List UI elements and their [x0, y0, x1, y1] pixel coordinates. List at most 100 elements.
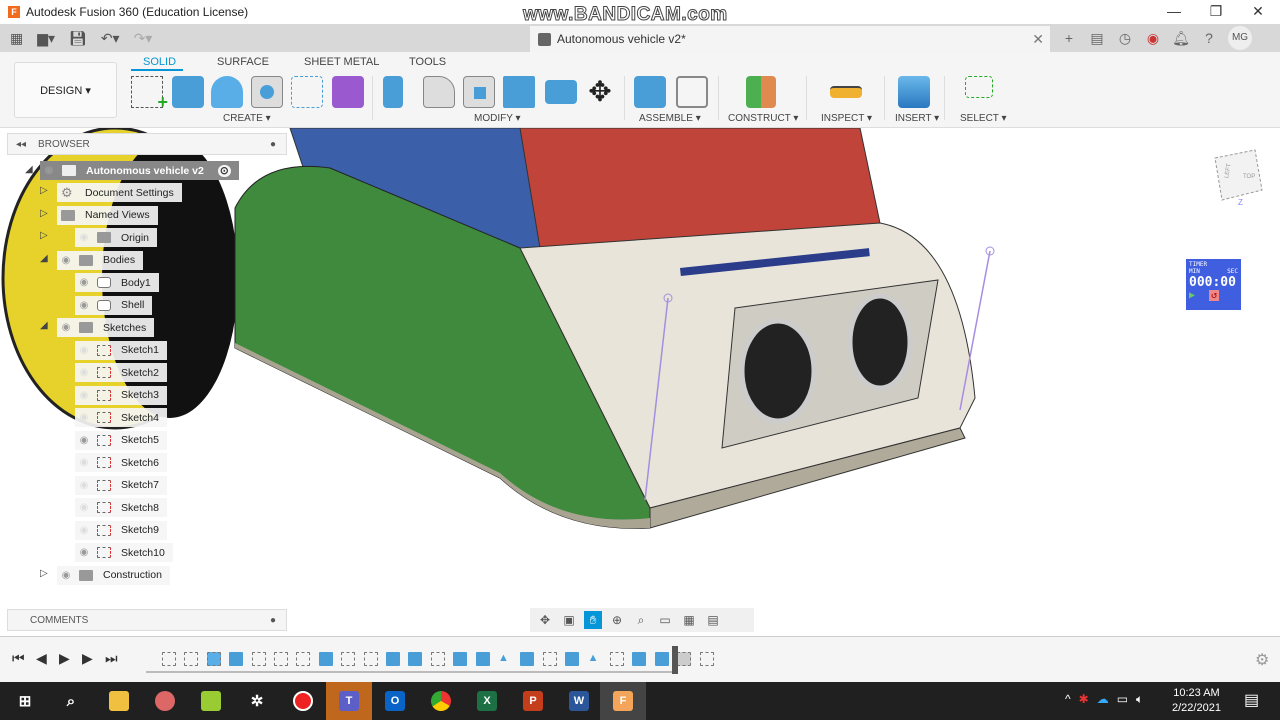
tree-item[interactable]: ◉ Sketch6: [75, 453, 167, 472]
step-forward-icon[interactable]: ▶: [82, 650, 93, 667]
combine-icon[interactable]: [503, 76, 535, 108]
teams-icon[interactable]: T: [326, 682, 372, 720]
tab-tools[interactable]: TOOLS: [409, 56, 446, 68]
redo-icon[interactable]: ↷▾: [134, 30, 153, 47]
timeline-feature[interactable]: [251, 652, 266, 666]
expand-arrow-icon[interactable]: ▷: [40, 568, 48, 579]
timeline-feature[interactable]: [386, 652, 400, 666]
collapse-arrow-icon[interactable]: ◢: [40, 320, 48, 331]
visibility-eye-icon[interactable]: ◉: [75, 547, 93, 558]
tree-item[interactable]: ◉ Shell: [75, 295, 153, 315]
press-pull-icon[interactable]: [383, 76, 403, 108]
extrude-icon[interactable]: [172, 76, 204, 108]
timeline-feature[interactable]: ▲: [588, 652, 602, 666]
grid-icon[interactable]: ▦: [680, 611, 698, 629]
visibility-eye-icon[interactable]: ◉: [75, 367, 93, 378]
file-menu-icon[interactable]: ▆▾: [37, 30, 55, 47]
timeline-feature[interactable]: [654, 652, 669, 666]
timeline-feature[interactable]: [430, 652, 445, 666]
notifications-icon[interactable]: 🔔︎: [1172, 29, 1190, 47]
fillet-icon[interactable]: [423, 76, 455, 108]
zoom-icon[interactable]: ⊕: [608, 611, 626, 629]
visibility-eye-icon[interactable]: ◉: [75, 300, 93, 311]
new-tab-icon[interactable]: +: [1060, 29, 1078, 47]
user-avatar[interactable]: MG: [1228, 26, 1252, 50]
start-button-icon[interactable]: ⊞: [2, 682, 48, 720]
expand-arrow-icon[interactable]: ▷: [40, 208, 48, 219]
revolve-icon[interactable]: [211, 76, 243, 108]
timeline-feature[interactable]: [184, 652, 199, 666]
tree-item[interactable]: ◉ Sketch9: [75, 520, 167, 540]
visibility-eye-icon[interactable]: ◉: [75, 390, 93, 401]
excel-icon[interactable]: X: [464, 682, 510, 720]
visibility-eye-icon[interactable]: ◉: [57, 570, 75, 581]
expand-arrow-icon[interactable]: ◢: [25, 164, 33, 175]
timeline-feature[interactable]: [408, 652, 423, 666]
collapse-panel-icon[interactable]: ◂◂: [16, 139, 26, 150]
timeline-feature[interactable]: [341, 652, 356, 666]
show-hidden-icons-icon[interactable]: ^: [1065, 692, 1071, 707]
visibility-eye-icon[interactable]: ◉: [57, 255, 75, 266]
help-icon[interactable]: ?: [1200, 29, 1218, 47]
select-window-icon[interactable]: [965, 76, 993, 98]
timer-play-icon[interactable]: ▶: [1189, 290, 1195, 301]
visibility-eye-icon[interactable]: ◉: [75, 457, 93, 468]
step-back-icon[interactable]: ◀: [36, 650, 47, 667]
tray-app-icon[interactable]: ✱: [1079, 692, 1089, 707]
document-tab[interactable]: Autonomous vehicle v2* ✕: [530, 26, 1050, 52]
search-icon[interactable]: ⌕: [48, 682, 94, 720]
timeline-feature[interactable]: [229, 652, 244, 666]
activate-radio-icon[interactable]: ⊙: [217, 164, 231, 177]
visibility-eye-icon[interactable]: ◉: [75, 525, 93, 536]
file-explorer-icon[interactable]: [96, 682, 142, 720]
tree-root[interactable]: ◉ Autonomous vehicle v2 ⊙: [40, 161, 239, 180]
insert-image-icon[interactable]: [898, 76, 930, 108]
tree-item[interactable]: ◉ Sketch2: [75, 363, 167, 382]
measure-icon[interactable]: [830, 86, 862, 98]
split-body-icon[interactable]: [545, 80, 577, 104]
fit-icon[interactable]: ⌕: [632, 611, 650, 629]
workspace-switcher[interactable]: DESIGN ▾: [14, 62, 117, 118]
move-icon[interactable]: ✥: [584, 76, 616, 108]
play-icon[interactable]: ▶: [59, 650, 70, 667]
create-sketch-icon[interactable]: +: [131, 76, 168, 112]
select-menu[interactable]: SELECT ▾: [960, 113, 1007, 124]
extensions-icon[interactable]: ◉: [1144, 29, 1162, 47]
timeline-feature[interactable]: [632, 652, 647, 666]
visibility-eye-icon[interactable]: ◉: [75, 502, 93, 513]
timer-reset-icon[interactable]: ↺: [1209, 290, 1220, 301]
tree-item[interactable]: ◉ Sketch5: [75, 430, 167, 450]
data-panel-icon[interactable]: ▤: [1088, 29, 1106, 47]
viewports-icon[interactable]: ▤: [704, 611, 722, 629]
pan-hand-icon[interactable]: ✋︎: [584, 611, 602, 629]
action-center-icon[interactable]: ▤: [1244, 690, 1259, 710]
joint-icon[interactable]: [676, 76, 708, 108]
visibility-eye-icon[interactable]: ◉: [75, 435, 93, 446]
powerpoint-icon[interactable]: P: [510, 682, 556, 720]
expand-arrow-icon[interactable]: ▷: [40, 230, 48, 241]
tree-item[interactable]: ◉ Body1: [75, 273, 159, 292]
viewcube-top[interactable]: TOP: [1243, 174, 1255, 180]
bandicam-record-icon[interactable]: [280, 682, 326, 720]
timeline-feature[interactable]: [318, 652, 333, 666]
go-to-end-icon[interactable]: ⏭: [105, 650, 118, 667]
timeline-feature[interactable]: ▲: [498, 652, 512, 666]
timeline-feature[interactable]: [363, 652, 378, 666]
app-icon[interactable]: ✲: [234, 682, 280, 720]
undo-icon[interactable]: ↶▾: [101, 30, 120, 47]
timeline-feature[interactable]: [542, 652, 557, 666]
tree-item[interactable]: ◉ Sketch8: [75, 498, 167, 517]
network-icon[interactable]: ▭: [1117, 692, 1128, 707]
timeline-feature[interactable]: [520, 652, 535, 666]
tree-item[interactable]: ◉ Sketch10: [75, 543, 173, 562]
timeline-feature[interactable]: [699, 652, 714, 666]
fusion-taskbar-icon[interactable]: F: [600, 682, 646, 720]
tree-item[interactable]: Named Views: [57, 205, 158, 225]
clock-app-icon[interactable]: [188, 682, 234, 720]
browser-panel-header[interactable]: ◂◂ BROWSER ●: [7, 133, 287, 155]
inspect-menu[interactable]: INSPECT ▾: [821, 113, 872, 124]
tree-item[interactable]: ◉ Sketch4: [75, 408, 167, 427]
tree-item[interactable]: ◉ Bodies: [57, 250, 144, 270]
taskbar-clock[interactable]: 10:23 AM 2/22/2021: [1172, 686, 1221, 716]
tree-item[interactable]: ◉ Sketch7: [75, 475, 167, 495]
